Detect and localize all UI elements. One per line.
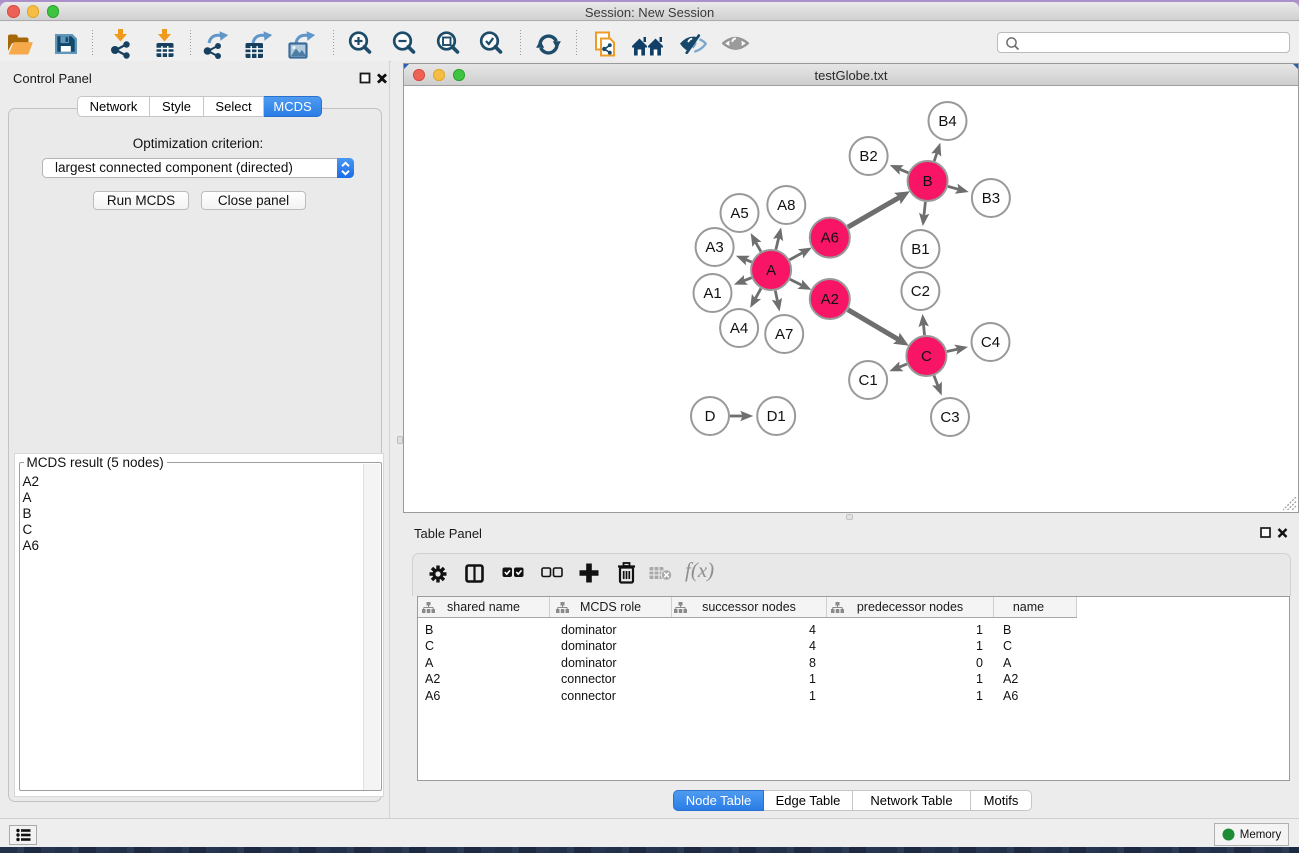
svg-text:B1: B1 (911, 241, 929, 258)
svg-text:C4: C4 (981, 334, 1000, 351)
svg-text:B3: B3 (982, 190, 1000, 207)
svg-text:A2: A2 (821, 291, 839, 308)
svg-text:B: B (923, 173, 933, 190)
svg-text:A8: A8 (777, 197, 795, 214)
svg-text:D: D (705, 408, 716, 425)
svg-text:C1: C1 (859, 372, 878, 389)
svg-text:C3: C3 (940, 409, 959, 426)
svg-text:A: A (766, 262, 776, 279)
svg-text:A5: A5 (730, 205, 748, 222)
svg-text:B4: B4 (938, 113, 956, 130)
svg-text:D1: D1 (767, 408, 786, 425)
svg-text:B2: B2 (859, 148, 877, 165)
svg-text:C2: C2 (911, 283, 930, 300)
svg-text:C: C (921, 348, 932, 365)
svg-text:A3: A3 (705, 239, 723, 256)
svg-text:A1: A1 (703, 285, 721, 302)
svg-text:A7: A7 (775, 326, 793, 343)
svg-text:A6: A6 (821, 230, 839, 247)
svg-text:A4: A4 (730, 320, 748, 337)
